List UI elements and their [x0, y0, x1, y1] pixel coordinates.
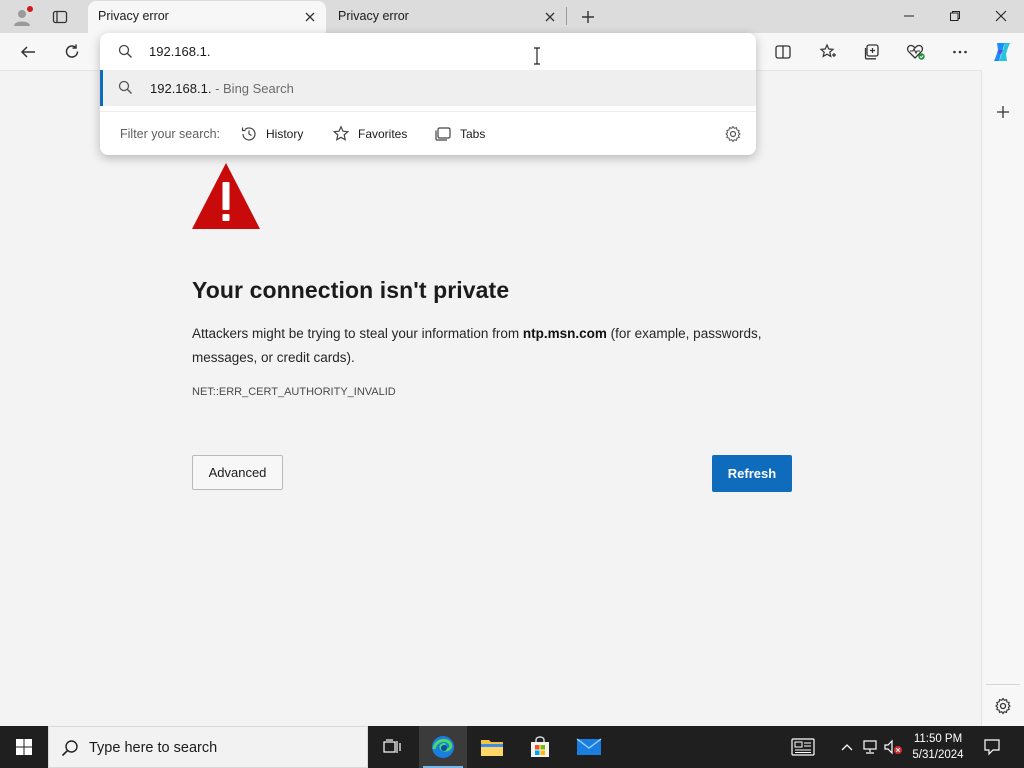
tab-close-icon[interactable] [542, 9, 558, 25]
address-bar[interactable]: 192.168.1. [100, 33, 756, 69]
taskbar-store-button[interactable] [516, 726, 564, 768]
collections-icon [864, 44, 879, 60]
news-icon [791, 738, 815, 756]
refresh-page-button[interactable]: Refresh [712, 455, 792, 492]
address-bar-dropdown: 192.168.1. 192.168.1. - Bing Search Filt… [100, 33, 756, 155]
more-dots-icon [953, 50, 967, 54]
address-input-value[interactable]: 192.168.1. [149, 44, 210, 59]
network-icon [863, 740, 877, 754]
taskbar-clock[interactable]: 11:50 PM 5/31/2024 [905, 731, 971, 763]
more-options-button[interactable] [946, 38, 974, 66]
favorites-star-icon [819, 43, 836, 58]
tab-actions-icon[interactable] [47, 4, 73, 30]
volume-button[interactable] [882, 726, 904, 768]
browser-essentials-heart-icon [906, 44, 925, 60]
notifications-button[interactable] [980, 726, 1004, 768]
refresh-button[interactable] [58, 38, 86, 66]
page-content [0, 70, 981, 726]
error-description: Attackers might be trying to steal your … [192, 322, 792, 370]
folder-icon [481, 740, 503, 756]
edge-sidebar [981, 70, 1024, 726]
favorites-button[interactable] [814, 38, 842, 66]
profile-icon[interactable] [9, 4, 35, 30]
tab-title: Privacy error [98, 9, 169, 23]
search-icon [61, 740, 78, 757]
tab-title: Privacy error [338, 9, 409, 23]
page-heading: Your connection isn't private [192, 277, 510, 303]
new-tab-icon[interactable] [575, 4, 601, 30]
copilot-button[interactable] [988, 38, 1016, 66]
filter-history[interactable]: History [240, 125, 303, 143]
search-icon [118, 80, 132, 94]
notification-icon [984, 739, 1000, 756]
split-screen-icon [775, 45, 791, 59]
browser-essentials-button[interactable] [902, 38, 930, 66]
tab-privacy-error-1[interactable]: Privacy error [88, 1, 326, 33]
taskbar: Type here to search 11:50 PM 5/31/2024 [0, 726, 1024, 768]
clock-date: 5/31/2024 [912, 749, 964, 761]
collections-button[interactable] [858, 38, 886, 66]
suggestion-text: 192.168.1. - Bing Search [150, 81, 294, 96]
star-icon [332, 125, 350, 141]
warning-triangle-icon [192, 163, 260, 229]
taskbar-mail-button[interactable] [565, 726, 613, 768]
filter-favorites-label: Favorites [358, 127, 408, 141]
back-button[interactable] [14, 38, 42, 66]
chevron-up-icon [841, 744, 853, 751]
news-widget-button[interactable] [788, 726, 818, 768]
suggestion-query: 192.168.1. [150, 81, 212, 96]
mail-envelope-icon [576, 738, 602, 755]
filter-label: Filter your search: [120, 127, 221, 141]
filter-tabs-label: Tabs [460, 127, 486, 141]
search-icon [118, 44, 132, 58]
sidebar-divider [986, 684, 1020, 685]
gear-icon[interactable] [724, 125, 742, 143]
tab-privacy-error-2[interactable]: Privacy error [328, 1, 566, 33]
sidebar-settings-button[interactable] [990, 693, 1016, 719]
show-hidden-icons-button[interactable] [838, 726, 856, 768]
copilot-icon [994, 43, 1010, 61]
close-window-button[interactable] [978, 0, 1024, 32]
text-cursor-icon [534, 47, 540, 65]
taskbar-search-box[interactable]: Type here to search [48, 726, 368, 768]
history-clock-icon [241, 127, 256, 141]
bing-search-suggestion[interactable]: 192.168.1. - Bing Search [100, 70, 756, 106]
title-bar: Privacy error Privacy error [0, 0, 1024, 33]
clock-time: 11:50 PM [913, 733, 963, 745]
advanced-button[interactable]: Advanced [192, 455, 283, 490]
description-text: Attackers might be trying to steal your … [192, 326, 523, 341]
split-screen-button[interactable] [769, 38, 797, 66]
tab-close-icon[interactable] [302, 9, 318, 25]
domain-name: ntp.msn.com [522, 326, 607, 341]
speaker-muted-icon [884, 739, 902, 755]
store-bag-icon [531, 736, 549, 757]
windows-logo-icon [16, 739, 32, 755]
task-view-icon [383, 739, 401, 753]
minimize-button[interactable] [886, 0, 932, 32]
start-button[interactable] [0, 726, 48, 768]
restore-button[interactable] [932, 0, 978, 32]
add-sidebar-app-button[interactable] [990, 99, 1016, 125]
taskbar-edge-button[interactable] [419, 726, 467, 768]
taskbar-file-explorer-button[interactable] [468, 726, 516, 768]
tab-separator [566, 7, 567, 25]
filter-history-label: History [266, 127, 304, 141]
filter-tabs[interactable]: Tabs [434, 125, 485, 143]
task-view-button[interactable] [368, 726, 416, 768]
back-arrow-icon [20, 46, 35, 58]
network-status-button[interactable] [860, 726, 880, 768]
gear-icon [995, 697, 1011, 715]
edge-browser-icon [432, 736, 454, 758]
refresh-icon [65, 44, 79, 58]
suggestion-suffix: - Bing Search [211, 81, 294, 96]
error-code: NET::ERR_CERT_AUTHORITY_INVALID [192, 386, 396, 398]
filter-favorites[interactable]: Favorites [332, 125, 407, 143]
search-filter-bar: Filter your search: History Favorites Ta… [100, 111, 756, 155]
tabs-icon [435, 127, 451, 141]
taskbar-search-placeholder: Type here to search [89, 740, 218, 756]
plus-icon [997, 106, 1009, 118]
